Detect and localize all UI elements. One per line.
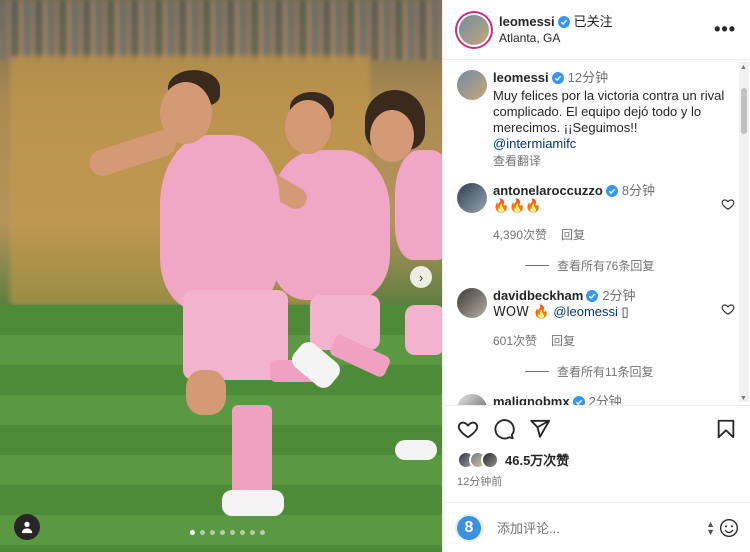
author-username[interactable]: leomessi <box>499 14 555 29</box>
emoji-icon[interactable] <box>719 518 739 538</box>
player-right-shirt <box>395 150 442 260</box>
likes-summary[interactable]: 46.5万次赞 <box>457 450 737 469</box>
scroll-up-icon[interactable]: ▲ <box>740 64 747 71</box>
scroll-down-icon[interactable]: ▼ <box>740 395 747 402</box>
view-replies-label: 查看所有11条回复 <box>557 365 654 379</box>
player-main-face <box>160 82 212 144</box>
comment-text-prefix: WOW 🔥 <box>493 305 554 320</box>
player-middle-face <box>285 100 331 154</box>
caption: leomessi 12分钟 Muy felices por la victoria… <box>457 70 737 169</box>
comment-text: WOW 🔥 @leomessi ▯ <box>493 304 737 321</box>
post-side-panel: leomessi 已关注 Atlanta, GA ••• leomessi 12分钟… <box>442 0 750 552</box>
post-photo[interactable]: › <box>0 0 442 552</box>
player-middle-shirt <box>270 150 390 300</box>
comment-likes[interactable]: 601次赞 <box>493 334 537 348</box>
comment-likes[interactable]: 4,390次赞 <box>493 228 547 242</box>
viewer-avatar: 8 <box>455 513 483 542</box>
comment-icon[interactable] <box>493 418 515 440</box>
carousel-dot <box>240 530 245 535</box>
comment-mention[interactable]: @leomessi <box>553 304 618 319</box>
more-icon[interactable]: ••• <box>714 19 736 40</box>
carousel-dot <box>260 530 265 535</box>
carousel-dot <box>200 530 205 535</box>
view-replies-link[interactable]: 查看所有76条回复 <box>525 257 737 274</box>
translate-link[interactable]: 查看翻译 <box>493 153 737 169</box>
comment-text: 🔥🔥🔥 <box>493 199 542 214</box>
posted-time: 12分钟前 <box>457 476 503 488</box>
comment-item: davidbeckham 2分钟 WOW 🔥 @leomessi ▯ 601次赞回… <box>457 288 737 349</box>
likes-count[interactable]: 46.5万次赞 <box>505 450 569 469</box>
user-tag-button[interactable] <box>14 514 40 540</box>
follow-state-button[interactable]: 已关注 <box>574 14 613 29</box>
carousel-dots <box>190 530 265 535</box>
verified-badge-icon <box>605 185 618 197</box>
liker-avatars <box>457 450 499 469</box>
heart-icon[interactable] <box>721 197 735 211</box>
share-icon[interactable] <box>529 418 551 440</box>
caption-text: Muy felices por la victoria contra un ri… <box>493 88 725 135</box>
reply-button[interactable]: 回复 <box>551 334 575 348</box>
comments-list: leomessi 12分钟 Muy felices por la victoria… <box>443 60 750 405</box>
comment-avatar[interactable] <box>457 394 487 405</box>
caption-mention[interactable]: @intermiamifc <box>493 136 737 152</box>
reply-button[interactable]: 回复 <box>561 228 585 242</box>
player-right-shorts <box>405 305 442 355</box>
next-image-button[interactable]: › <box>410 266 432 288</box>
liker-avatar <box>481 450 499 469</box>
comment-avatar[interactable] <box>457 183 487 213</box>
view-replies-link[interactable]: 查看所有11条回复 <box>525 363 737 380</box>
comment-time: 2分钟 <box>602 288 636 303</box>
comment-item: antonelaroccuzzo 8分钟 🔥🔥🔥 4,390次赞 回复 <box>457 183 737 243</box>
comments-scrollbar[interactable]: ▲ ▼ <box>739 62 749 402</box>
player-main-shirt <box>160 135 280 310</box>
resize-handle-icon[interactable]: ▲ ▼ <box>706 519 715 536</box>
post-actions: 46.5万次赞 12分钟前 <box>443 405 750 489</box>
post-header: leomessi 已关注 Atlanta, GA ••• <box>443 0 750 60</box>
heart-icon[interactable] <box>721 302 735 316</box>
comment-username[interactable]: davidbeckham <box>493 288 583 303</box>
author-avatar[interactable] <box>459 14 489 45</box>
carousel-dot <box>250 530 255 535</box>
verified-badge-icon <box>551 72 564 84</box>
verified-badge-icon <box>586 290 599 302</box>
comment-time: 8分钟 <box>621 183 656 198</box>
post-location[interactable]: Atlanta, GA <box>499 30 613 46</box>
caption-avatar[interactable] <box>457 70 487 100</box>
bookmark-icon[interactable] <box>715 418 737 440</box>
photo-crowd <box>0 0 442 60</box>
player-main-sock <box>232 405 272 495</box>
player-main-knee <box>186 370 226 415</box>
verified-badge-icon <box>557 15 570 28</box>
heart-icon[interactable] <box>457 418 479 440</box>
comment-time: 2分钟 <box>588 394 622 405</box>
user-tag-icon <box>21 521 33 534</box>
view-replies-label: 查看所有76条回复 <box>557 259 655 273</box>
player-right-face <box>370 110 414 162</box>
caption-time: 12分钟 <box>567 70 609 85</box>
comment-avatar[interactable] <box>457 288 487 318</box>
scrollbar-thumb[interactable] <box>741 88 747 134</box>
carousel-dot <box>210 530 215 535</box>
comment-item: malignobmx 2分钟 <box>457 394 737 405</box>
comment-username[interactable]: malignobmx <box>493 394 570 405</box>
verified-badge-icon <box>572 396 585 405</box>
comment-text-suffix: ▯ <box>617 304 629 319</box>
caption-username[interactable]: leomessi <box>493 70 549 85</box>
next-arrow-icon: › <box>418 269 424 285</box>
player-main-shoe <box>222 490 284 516</box>
carousel-dot <box>220 530 225 535</box>
comment-input[interactable]: 添加评论... <box>497 518 706 537</box>
carousel-dot <box>230 530 235 535</box>
player-middle-shoe <box>395 440 437 460</box>
comment-composer: 8 添加评论... ▲ ▼ <box>443 502 750 552</box>
carousel-dot <box>190 530 195 535</box>
comment-username[interactable]: antonelaroccuzzo <box>493 183 603 198</box>
